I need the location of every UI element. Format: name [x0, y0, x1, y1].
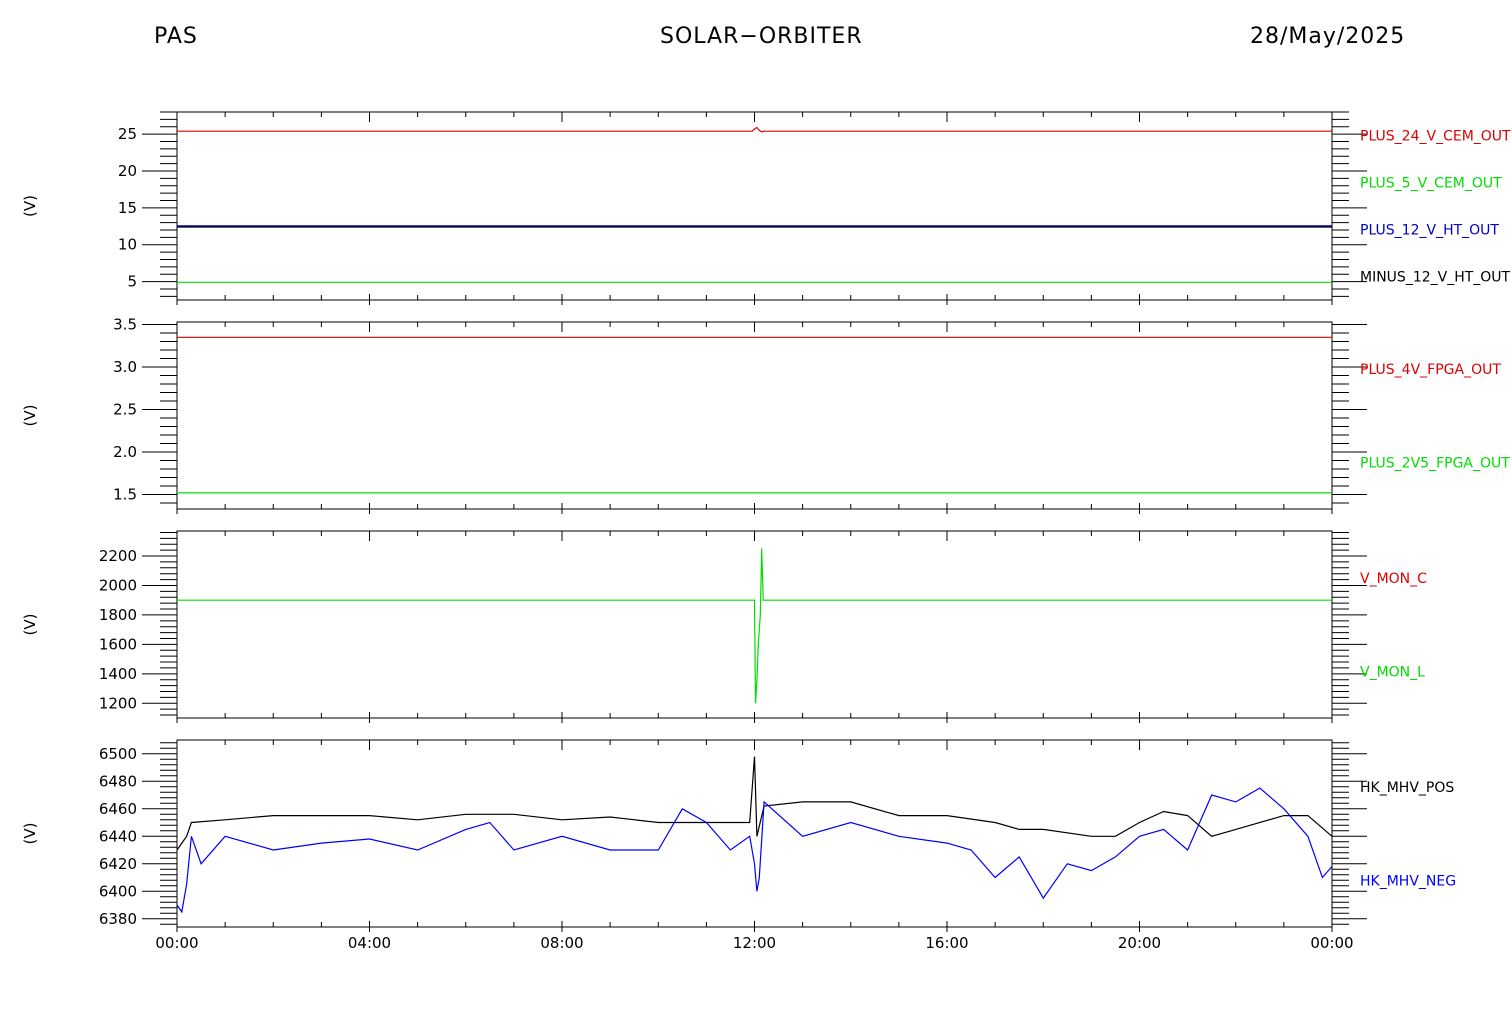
series-line — [177, 548, 1332, 704]
y-tick-label: 6460 — [99, 800, 137, 818]
legend-label: PLUS_5_V_CEM_OUT — [1360, 176, 1502, 192]
y-tick-label: 6380 — [99, 910, 137, 928]
y-tick-label: 3.0 — [113, 358, 137, 376]
panel-3: 1200 1400 1600 1800 2000 2200 (V) V_MON_C V_MON_… — [21, 530, 1427, 723]
legend-label: HK_MHV_NEG — [1360, 873, 1456, 889]
y-tick-label: 15 — [118, 199, 137, 217]
legend-label: MINUS_12_V_HT_OUT — [1360, 270, 1511, 286]
legend-label: V_MON_L — [1360, 664, 1425, 680]
x-tick-label: 04:00 — [348, 934, 391, 952]
y-tick-label: 2.0 — [113, 443, 137, 461]
y-tick-label: 6400 — [99, 882, 137, 900]
legend-label: HK_MHV_POS — [1360, 780, 1454, 796]
legend-label: PLUS_4V_FPGA_OUT — [1360, 362, 1501, 378]
x-tick-label: 00:00 — [155, 934, 198, 952]
y-tick-label: 3.5 — [113, 316, 137, 334]
y-axis-label: (V) — [21, 195, 39, 217]
y-tick-label: 1800 — [99, 606, 137, 624]
y-axis-label: (V) — [21, 823, 39, 845]
x-tick-label: 08:00 — [540, 934, 583, 952]
x-tick-label: 20:00 — [1118, 934, 1161, 952]
y-axis-label: (V) — [21, 614, 39, 636]
y-tick-label: 2.5 — [113, 401, 137, 419]
y-tick-label: 25 — [118, 125, 137, 143]
y-tick-label: 6480 — [99, 772, 137, 790]
x-tick-label: 12:00 — [733, 934, 776, 952]
y-tick-label: 2000 — [99, 576, 137, 594]
y-tick-label: 20 — [118, 162, 137, 180]
legend-label: PLUS_12_V_HT_OUT — [1360, 223, 1499, 239]
series-line — [176, 787, 1333, 914]
y-tick-label: 1400 — [99, 665, 137, 683]
y-tick-label: 5 — [127, 273, 137, 291]
y-tick-label: 6420 — [99, 855, 137, 873]
plot-frame — [176, 111, 1333, 301]
y-tick-label: 1.5 — [113, 486, 137, 504]
y-tick-label: 10 — [118, 236, 137, 254]
legend-label: PLUS_24_V_CEM_OUT — [1360, 129, 1511, 145]
legend-label: PLUS_2V5_FPGA_OUT — [1360, 455, 1510, 471]
y-axis-label: (V) — [21, 405, 39, 427]
y-tick-label: 1600 — [99, 635, 137, 653]
series-line — [177, 126, 1332, 133]
plot-frame — [176, 321, 1333, 510]
x-tick-label: 16:00 — [925, 934, 968, 952]
y-tick-label: 6500 — [99, 745, 137, 763]
stacked-timeseries-plots: 5 10 15 20 25 (V) PLUS_24_V_CEM_OUT PLUS_5_V_CE… — [21, 111, 1511, 952]
legend-label: V_MON_C — [1360, 571, 1427, 587]
y-tick-label: 6440 — [99, 827, 137, 845]
panel-4: 6380 6400 6420 6440 6460 6480 6500 (V) HK_MHV_PO… — [21, 739, 1456, 932]
panel-2: 1.5 2.0 2.5 3.0 3.5 (V) PLUS_4V_FPGA_OUT PLUS_2… — [21, 316, 1510, 514]
series-line — [176, 756, 1333, 851]
y-tick-label: 1200 — [99, 694, 137, 712]
x-tick-label: 00:00 — [1310, 934, 1353, 952]
panel-1: 5 10 15 20 25 (V) PLUS_24_V_CEM_OUT PLUS_5_V_CE… — [21, 111, 1511, 305]
y-tick-label: 2200 — [99, 547, 137, 565]
